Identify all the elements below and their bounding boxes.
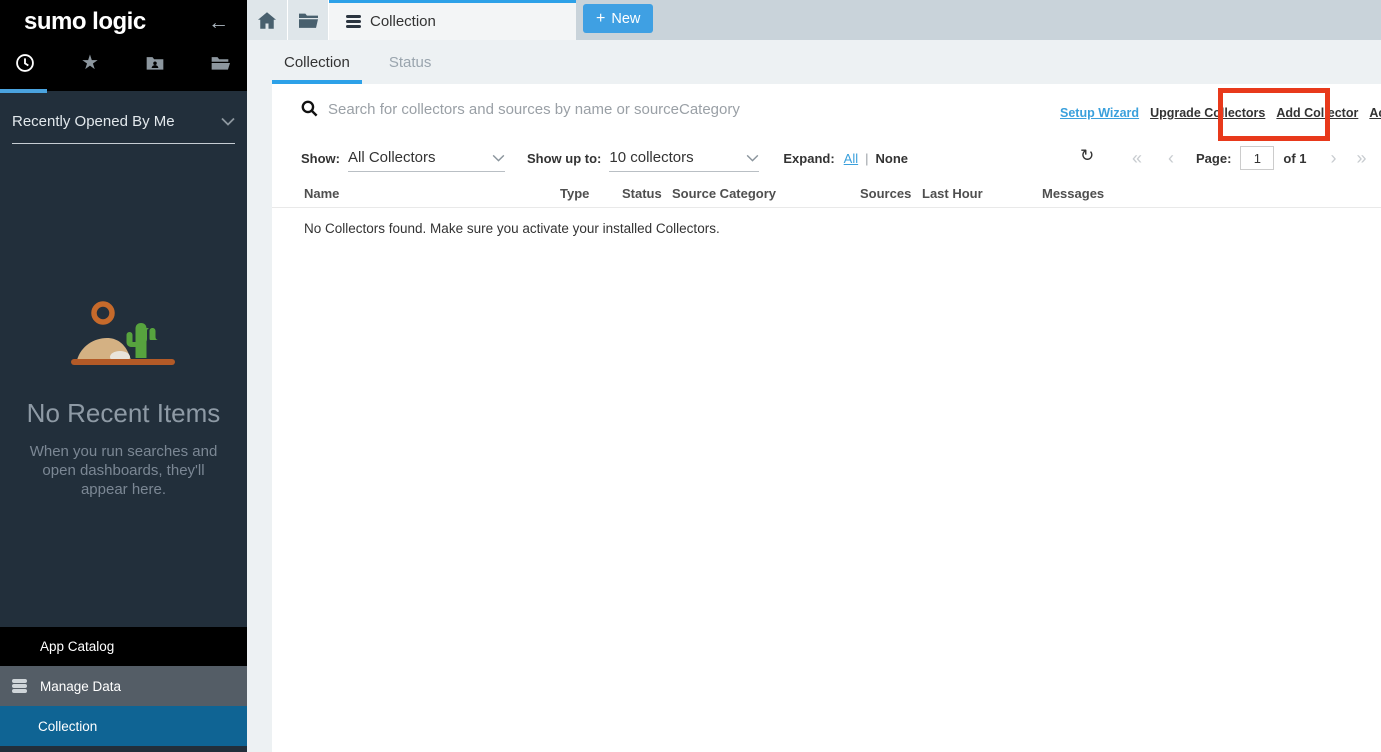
app-catalog-label: App Catalog (40, 639, 114, 654)
no-recent-items-title: No Recent Items (0, 398, 247, 429)
collection-tab[interactable]: Collection (329, 0, 576, 40)
column-header-name[interactable]: Name (304, 180, 339, 208)
list-controls: Show: All Collectors Show up to: 10 coll… (301, 143, 908, 173)
chevron-down-icon (221, 117, 235, 126)
setup-wizard-link[interactable]: Setup Wizard (1060, 106, 1139, 120)
new-button[interactable]: + New (583, 4, 653, 33)
chevron-down-icon (746, 154, 759, 162)
page-count-label: of 1 (1283, 151, 1306, 166)
chevron-down-icon (492, 154, 505, 162)
recently-opened-label: Recently Opened By Me (12, 113, 175, 130)
plus-icon: + (596, 10, 605, 28)
access-keys-link[interactable]: Access Keys (1369, 106, 1381, 120)
page-label: Page: (1196, 151, 1231, 166)
manage-data-label: Manage Data (40, 679, 121, 694)
expand-all-link[interactable]: All (844, 151, 858, 166)
show-label: Show: (301, 151, 340, 166)
expand-divider: | (865, 151, 868, 166)
column-header-status[interactable]: Status (622, 180, 662, 208)
tab-title: Collection (370, 13, 436, 30)
search-icon (300, 99, 319, 118)
collection-label: Collection (38, 719, 97, 734)
sidebar: sumo logic ← ★ (0, 0, 247, 752)
expand-label: Expand: (783, 151, 834, 166)
expand-none-link[interactable]: None (876, 151, 909, 166)
sidebar-item-collection[interactable]: Collection (0, 706, 247, 746)
database-icon (10, 677, 28, 695)
library-tab-button[interactable] (288, 0, 329, 40)
add-collector-link[interactable]: Add Collector (1276, 106, 1358, 120)
recent-clock-icon[interactable] (14, 52, 36, 74)
top-tab-bar: Collection + New (247, 0, 1381, 40)
active-nav-indicator (0, 89, 47, 93)
sidebar-bottom-menu: App Catalog Manage Data Collection (0, 627, 247, 746)
recently-opened-selector[interactable]: Recently Opened By Me (12, 113, 235, 144)
home-tab-button[interactable] (247, 0, 288, 40)
upgrade-collectors-link[interactable]: Upgrade Collectors (1150, 106, 1265, 120)
favorites-star-icon[interactable]: ★ (79, 52, 101, 74)
sumo-logic-logo: sumo logic (24, 8, 146, 36)
no-collectors-message: No Collectors found. Make sure you activ… (304, 221, 720, 236)
no-recent-items-description: When you run searches and open dashboard… (19, 442, 229, 499)
column-header-last-hour[interactable]: Last Hour (922, 180, 983, 208)
column-header-messages[interactable]: Messages (1042, 180, 1104, 208)
tab-status[interactable]: Status (377, 40, 444, 84)
new-button-label: New (611, 11, 640, 27)
page-number-input[interactable] (1240, 146, 1274, 170)
show-filter-dropdown[interactable]: All Collectors (348, 144, 505, 172)
library-folder-icon[interactable] (209, 52, 231, 74)
collectors-table-header: Name Type Status Source Category Sources… (272, 180, 1381, 208)
database-icon (346, 15, 361, 29)
pagination: « ‹ Page: of 1 › » (1132, 143, 1367, 173)
last-page-icon[interactable]: » (1357, 148, 1367, 169)
sidebar-item-manage-data[interactable]: Manage Data (0, 666, 247, 706)
column-header-type[interactable]: Type (560, 180, 589, 208)
folder-icon (299, 12, 318, 28)
search-input[interactable] (328, 96, 968, 122)
tab-collection[interactable]: Collection (272, 40, 362, 84)
home-icon (258, 12, 276, 29)
collection-panel: Setup Wizard Upgrade Collectors Add Coll… (272, 84, 1381, 752)
collapse-sidebar-icon[interactable]: ← (208, 12, 229, 33)
app-grid-icon (10, 638, 28, 656)
desert-cactus-illustration (0, 296, 247, 372)
toolbar-links: Setup Wizard Upgrade Collectors Add Coll… (1060, 106, 1381, 120)
prev-page-icon[interactable]: ‹ (1168, 148, 1174, 169)
column-header-source-category[interactable]: Source Category (672, 180, 776, 208)
shared-folder-icon[interactable] (144, 52, 166, 74)
show-up-to-label: Show up to: (527, 151, 601, 166)
sidebar-item-app-catalog[interactable]: App Catalog (0, 627, 247, 666)
app-window: sumo logic ← ★ (0, 0, 1381, 752)
column-header-sources[interactable]: Sources (860, 180, 911, 208)
refresh-icon[interactable]: ↻ (1080, 146, 1094, 166)
page-tabs: Collection Status (247, 40, 1381, 84)
page-size-dropdown[interactable]: 10 collectors (609, 144, 759, 172)
main-area: Collection + New Collection Status Setup… (247, 0, 1381, 752)
first-page-icon[interactable]: « (1132, 148, 1142, 169)
next-page-icon[interactable]: › (1331, 148, 1337, 169)
sidebar-header: sumo logic ← ★ (0, 0, 247, 91)
sidebar-empty-state: No Recent Items When you run searches an… (0, 296, 247, 499)
